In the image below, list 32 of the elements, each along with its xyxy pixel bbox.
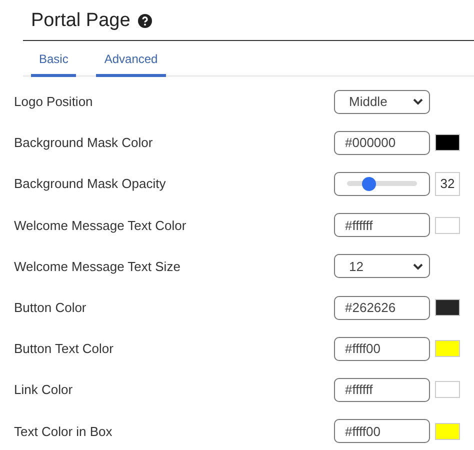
color-field[interactable]: #262626: [334, 296, 430, 320]
setting-label: Link Color: [14, 382, 74, 398]
color-swatch[interactable]: [435, 381, 460, 398]
setting-label: Text Color in Box: [14, 424, 114, 439]
color-swatch[interactable]: [435, 340, 460, 358]
chevron-icon: [413, 98, 423, 106]
color-field[interactable]: #ffffff: [334, 213, 430, 238]
setting-label: Button Text Color: [14, 341, 114, 356]
setting-label: Welcome Message Text Size: [14, 258, 182, 274]
setting-label: Background Mask Opacity: [14, 176, 167, 192]
color-field[interactable]: #ffff00: [334, 419, 430, 444]
tab[interactable]: Advanced: [96, 41, 166, 77]
color-swatch[interactable]: [435, 299, 460, 316]
color-swatch[interactable]: [435, 422, 460, 440]
tab[interactable]: Basic: [31, 41, 76, 77]
slider-thumb[interactable]: [362, 176, 376, 191]
setting-label: Button Color: [14, 300, 88, 316]
setting-label: Logo Position: [14, 94, 94, 110]
dropdown[interactable]: Middle: [334, 90, 430, 114]
dropdown[interactable]: 12: [334, 254, 430, 278]
color-field[interactable]: #ffff00: [334, 336, 430, 361]
chevron-icon: [413, 262, 423, 270]
slider[interactable]: [334, 172, 430, 196]
color-field[interactable]: #ffffff: [334, 378, 430, 402]
value-box: 32: [435, 172, 460, 196]
help-icon[interactable]: [138, 14, 152, 28]
color-field[interactable]: #000000: [334, 130, 430, 155]
setting-label: Welcome Message Text Color: [14, 218, 188, 233]
color-swatch[interactable]: [435, 216, 460, 234]
color-swatch[interactable]: [435, 134, 460, 152]
setting-label: Background Mask Color: [14, 135, 154, 150]
page-title: Portal Page: [31, 10, 130, 32]
